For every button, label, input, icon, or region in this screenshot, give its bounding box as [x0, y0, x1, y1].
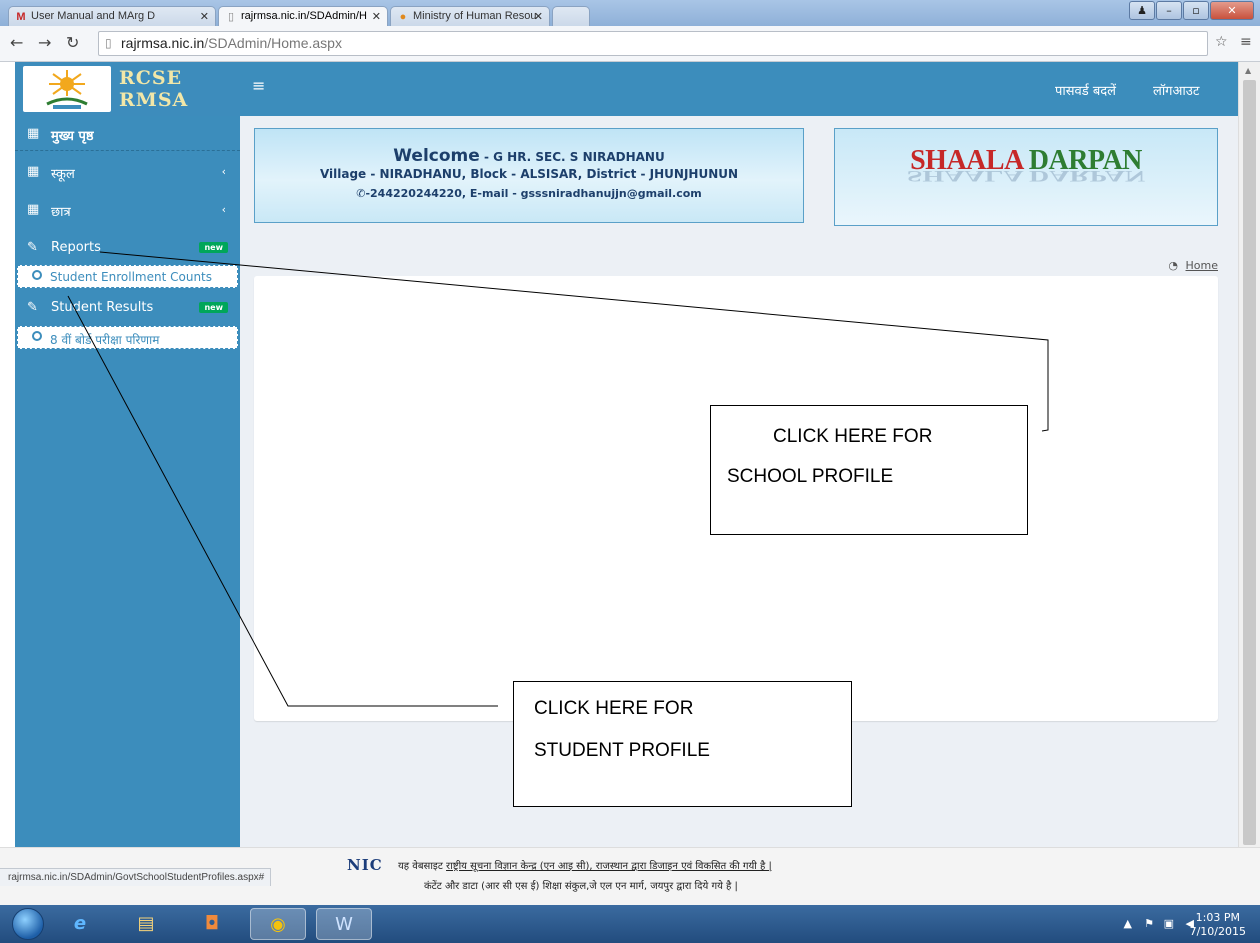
clock-time: 1:03 PM	[1195, 911, 1240, 924]
page-scrollbar[interactable]: ▲ ▼	[1238, 62, 1260, 905]
system-tray: ▲ ⚑ ▣ ◀ 1:03 PM 7/10/2015	[1122, 909, 1252, 939]
student-profile-pointer	[67, 295, 498, 707]
scroll-thumb[interactable]	[1243, 80, 1256, 845]
nic-credit-link[interactable]: राष्ट्रीय सूचना विज्ञान केन्द्र (एन आइ स…	[446, 861, 772, 872]
windows-taskbar: e ▤ ◘ ◉ W ▲ ⚑ ▣ ◀ 1:03 PM 7/10/2015	[0, 905, 1260, 943]
clock-date: 7/10/2015	[1189, 925, 1246, 938]
school-profile-callout: CLICK HERE FOR SCHOOL PROFILE	[710, 405, 1028, 535]
word-icon[interactable]: W	[316, 908, 372, 940]
screen: M User Manual and MArg D ✕ ▯ rajrmsa.nic…	[0, 0, 1260, 943]
network-icon[interactable]: ▣	[1164, 917, 1174, 930]
student-profile-callout: CLICK HERE FOR STUDENT PROFILE	[513, 681, 852, 807]
footer-line2: कंटेंट और डाटा (आर सी एस ई) शिक्षा संकुल…	[424, 881, 738, 892]
callout-line1: CLICK HERE FOR	[534, 698, 694, 719]
scroll-up-icon[interactable]: ▲	[1245, 66, 1251, 75]
status-bar-url: rajrmsa.nic.in/SDAdmin/GovtSchoolStudent…	[0, 868, 272, 886]
internet-explorer-icon[interactable]: e	[52, 908, 108, 940]
nic-logo: NIC	[347, 856, 383, 874]
start-button[interactable]	[12, 908, 44, 940]
callout-line1: CLICK HERE FOR	[773, 426, 933, 447]
file-explorer-icon[interactable]: ▤	[118, 908, 174, 940]
clock[interactable]: 1:03 PM 7/10/2015	[1190, 911, 1246, 939]
flag-icon[interactable]: ⚑	[1144, 917, 1154, 930]
callout-line2: STUDENT PROFILE	[534, 740, 710, 761]
outlook-icon[interactable]: ◘	[184, 908, 240, 940]
show-hidden-icon[interactable]: ▲	[1124, 917, 1132, 930]
footer-line1: यह वेबसाइट राष्ट्रीय सूचना विज्ञान केन्द…	[398, 858, 772, 872]
footer-prefix: यह वेबसाइट	[398, 861, 447, 872]
callout-line2: SCHOOL PROFILE	[727, 466, 894, 487]
chrome-icon[interactable]: ◉	[250, 908, 306, 940]
